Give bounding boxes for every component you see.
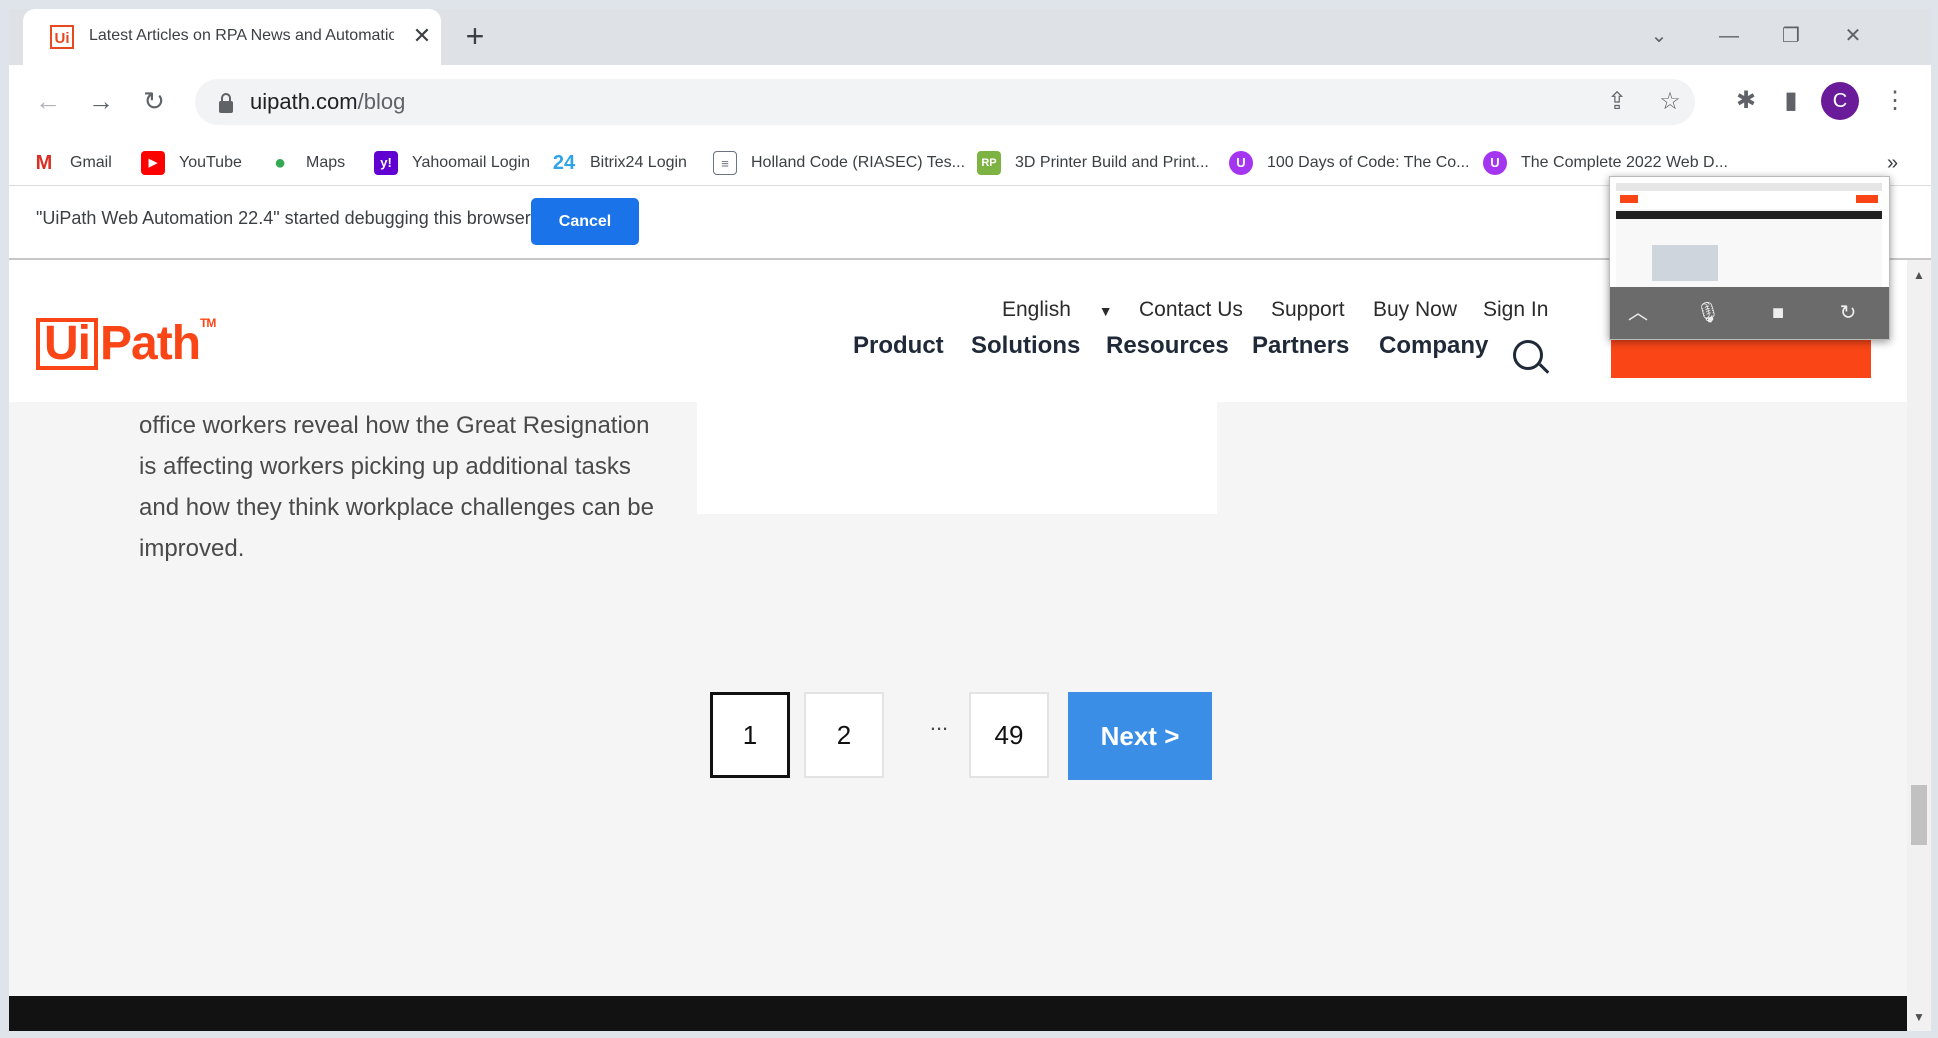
nav-resources[interactable]: Resources bbox=[1106, 332, 1229, 360]
bookmark-label: Bitrix24 Login bbox=[590, 154, 687, 171]
nav-company[interactable]: Company bbox=[1379, 332, 1488, 360]
browser-window: Ui Latest Articles on RPA News and Autom… bbox=[9, 9, 1931, 1031]
pagination-page-49[interactable]: 49 bbox=[969, 692, 1049, 778]
screen-share-preview[interactable]: ︿ 🎙 ■ ↻ bbox=[1609, 176, 1890, 340]
udemy-icon: U bbox=[1229, 151, 1253, 175]
sign-in-link[interactable]: Sign In bbox=[1483, 298, 1548, 322]
document-icon: ≡ bbox=[713, 151, 737, 175]
language-label: English bbox=[1002, 298, 1071, 321]
search-icon[interactable] bbox=[1513, 340, 1543, 370]
puzzle-icon[interactable]: ✱ bbox=[1728, 83, 1764, 119]
url-text[interactable]: uipath.com/blog bbox=[250, 89, 405, 115]
pagination-page-2[interactable]: 2 bbox=[804, 692, 884, 778]
camera-icon[interactable]: ■ bbox=[1764, 299, 1792, 327]
bookmarks-overflow-icon[interactable]: » bbox=[1887, 149, 1898, 177]
bookmark-label: 3D Printer Build and Print... bbox=[1015, 154, 1209, 171]
bookmark-gmail[interactable]: M Gmail bbox=[32, 149, 112, 177]
refresh-icon[interactable]: ↻ bbox=[1834, 299, 1862, 327]
bookmark-label: Yahoomail Login bbox=[412, 154, 531, 171]
pagination-page-1[interactable]: 1 bbox=[710, 692, 790, 778]
side-panel-icon[interactable]: ▮ bbox=[1773, 83, 1809, 119]
logo-path-text: Path bbox=[100, 317, 201, 370]
bookmark-label: Holland Code (RIASEC) Tes... bbox=[751, 154, 966, 171]
contact-us-link[interactable]: Contact Us bbox=[1139, 298, 1243, 322]
bitrix24-icon: 24 bbox=[552, 151, 576, 175]
uipath-favicon-icon: Ui bbox=[50, 25, 74, 49]
bookmark-youtube[interactable]: ▶ YouTube bbox=[141, 149, 242, 177]
infobar-message: "UiPath Web Automation 22.4" started deb… bbox=[36, 208, 531, 228]
nav-product[interactable]: Product bbox=[853, 332, 944, 360]
close-window-icon[interactable]: ✕ bbox=[1833, 19, 1873, 53]
preview-controls: ︿ 🎙 ■ ↻ bbox=[1610, 287, 1889, 339]
scrollbar-thumb[interactable] bbox=[1911, 785, 1927, 845]
microphone-muted-icon[interactable]: 🎙 bbox=[1694, 299, 1722, 327]
language-selector[interactable]: English ▼ bbox=[1002, 298, 1113, 322]
bookmark-yahoomail[interactable]: y! Yahoomail Login bbox=[374, 149, 530, 177]
browser-tab-active[interactable]: Ui Latest Articles on RPA News and Autom… bbox=[23, 9, 441, 65]
bookmark-maps[interactable]: ● Maps bbox=[268, 149, 345, 177]
bookmark-label: Maps bbox=[306, 154, 346, 171]
pagination-next-button[interactable]: Next > bbox=[1068, 692, 1212, 780]
page-scrollbar[interactable]: ▲ ▼ bbox=[1907, 260, 1931, 1031]
nav-solutions[interactable]: Solutions bbox=[971, 332, 1080, 360]
site-footer bbox=[9, 996, 1907, 1031]
buy-now-link[interactable]: Buy Now bbox=[1373, 298, 1457, 322]
support-link[interactable]: Support bbox=[1271, 298, 1345, 322]
restore-icon[interactable]: ❐ bbox=[1771, 19, 1811, 53]
tab-search-icon[interactable]: ⌄ bbox=[1639, 19, 1679, 53]
star-icon[interactable]: ☆ bbox=[1655, 87, 1685, 117]
bookmark-bitrix24[interactable]: 24 Bitrix24 Login bbox=[552, 149, 687, 177]
web-page: Results from a new UiPath survey of glob… bbox=[9, 260, 1907, 1031]
logo-tm: TM bbox=[200, 316, 216, 330]
bookmark-complete-web-dev[interactable]: U The Complete 2022 Web D... bbox=[1483, 149, 1728, 177]
profile-avatar[interactable]: C bbox=[1821, 82, 1859, 120]
bookmark-label: YouTube bbox=[179, 154, 242, 171]
reload-icon[interactable]: ↻ bbox=[134, 81, 174, 121]
gmail-icon: M bbox=[32, 151, 56, 175]
lock-icon[interactable] bbox=[219, 93, 233, 113]
bookmark-3d-printer[interactable]: RP 3D Printer Build and Print... bbox=[977, 149, 1209, 177]
new-tab-icon[interactable]: + bbox=[458, 20, 492, 54]
bookmark-100-days-of-code[interactable]: U 100 Days of Code: The Co... bbox=[1229, 149, 1469, 177]
yahoo-icon: y! bbox=[374, 151, 398, 175]
youtube-icon: ▶ bbox=[141, 151, 165, 175]
udemy-icon: U bbox=[1483, 151, 1507, 175]
bookmark-holland-code[interactable]: ≡ Holland Code (RIASEC) Tes... bbox=[713, 149, 965, 177]
tab-strip: Ui Latest Articles on RPA News and Autom… bbox=[9, 9, 1931, 65]
chevron-up-icon[interactable]: ︿ bbox=[1624, 299, 1652, 327]
minimize-icon[interactable]: — bbox=[1709, 19, 1749, 53]
share-icon[interactable]: ⇪ bbox=[1602, 87, 1632, 117]
scroll-up-arrow-icon[interactable]: ▲ bbox=[1913, 268, 1925, 282]
logo-ui-mark: Ui bbox=[36, 318, 98, 370]
close-tab-icon[interactable]: ✕ bbox=[407, 21, 437, 51]
nav-partners[interactable]: Partners bbox=[1252, 332, 1349, 360]
pagination-ellipsis: ... bbox=[929, 710, 949, 735]
scroll-down-arrow-icon[interactable]: ▼ bbox=[1913, 1010, 1925, 1024]
maps-icon: ● bbox=[268, 151, 292, 175]
bookmark-label: The Complete 2022 Web D... bbox=[1521, 154, 1728, 171]
browser-toolbar: ← → ↻ uipath.com/blog ⇪ ☆ ✱ ▮ C ⋮ bbox=[9, 65, 1931, 141]
cancel-debugging-button[interactable]: Cancel bbox=[531, 198, 639, 245]
bookmark-label: 100 Days of Code: The Co... bbox=[1267, 154, 1470, 171]
preview-thumbnail bbox=[1616, 183, 1882, 287]
caret-down-icon: ▼ bbox=[1098, 303, 1113, 319]
bookmark-label: Gmail bbox=[70, 154, 112, 171]
rp-icon: RP bbox=[977, 151, 1001, 175]
tab-title: Latest Articles on RPA News and Automati… bbox=[89, 27, 394, 44]
address-bar[interactable]: uipath.com/blog ⇪ ☆ bbox=[195, 79, 1695, 125]
uipath-logo[interactable]: Ui PathTM bbox=[36, 316, 216, 371]
forward-arrow-icon[interactable]: → bbox=[81, 81, 121, 121]
back-arrow-icon[interactable]: ← bbox=[28, 81, 68, 121]
kebab-menu-icon[interactable]: ⋮ bbox=[1877, 83, 1913, 119]
